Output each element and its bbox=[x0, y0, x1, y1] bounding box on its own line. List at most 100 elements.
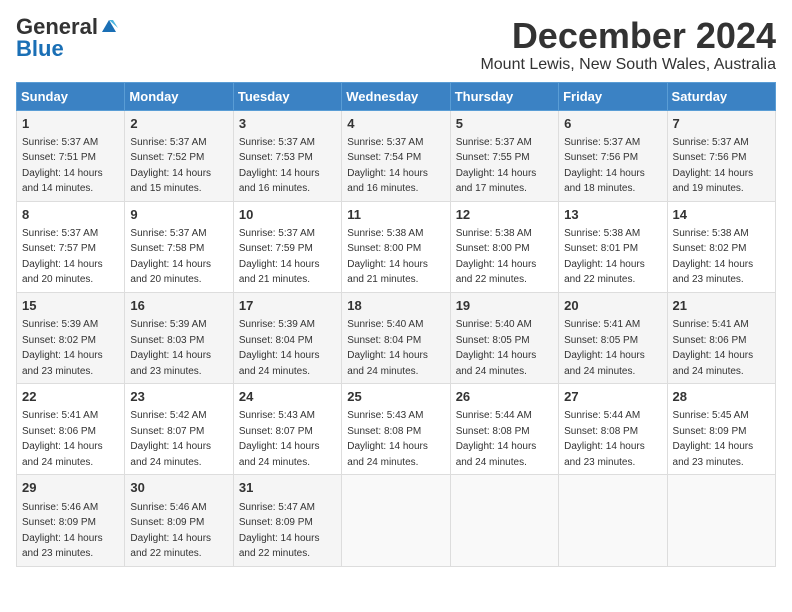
table-row: 22 Sunrise: 5:41 AMSunset: 8:06 PMDaylig… bbox=[17, 384, 125, 475]
table-row: 24 Sunrise: 5:43 AMSunset: 8:07 PMDaylig… bbox=[233, 384, 341, 475]
day-number: 27 bbox=[564, 388, 661, 406]
day-info: Sunrise: 5:38 AMSunset: 8:00 PMDaylight:… bbox=[456, 228, 537, 286]
table-row: 14 Sunrise: 5:38 AMSunset: 8:02 PMDaylig… bbox=[667, 201, 775, 292]
day-info: Sunrise: 5:37 AMSunset: 7:53 PMDaylight:… bbox=[239, 137, 320, 195]
table-row: 25 Sunrise: 5:43 AMSunset: 8:08 PMDaylig… bbox=[342, 384, 450, 475]
logo-icon bbox=[100, 18, 118, 36]
day-info: Sunrise: 5:37 AMSunset: 7:58 PMDaylight:… bbox=[130, 228, 211, 286]
table-row: 30 Sunrise: 5:46 AMSunset: 8:09 PMDaylig… bbox=[125, 475, 233, 566]
day-number: 15 bbox=[22, 297, 119, 315]
day-number: 29 bbox=[22, 479, 119, 497]
table-row: 3 Sunrise: 5:37 AMSunset: 7:53 PMDayligh… bbox=[233, 110, 341, 201]
day-number: 23 bbox=[130, 388, 227, 406]
table-row: 29 Sunrise: 5:46 AMSunset: 8:09 PMDaylig… bbox=[17, 475, 125, 566]
table-row: 15 Sunrise: 5:39 AMSunset: 8:02 PMDaylig… bbox=[17, 292, 125, 383]
day-number: 7 bbox=[673, 115, 770, 133]
calendar-header-friday: Friday bbox=[559, 82, 667, 110]
table-row: 26 Sunrise: 5:44 AMSunset: 8:08 PMDaylig… bbox=[450, 384, 558, 475]
day-number: 10 bbox=[239, 206, 336, 224]
table-row: 8 Sunrise: 5:37 AMSunset: 7:57 PMDayligh… bbox=[17, 201, 125, 292]
table-row: 31 Sunrise: 5:47 AMSunset: 8:09 PMDaylig… bbox=[233, 475, 341, 566]
logo: General Blue bbox=[16, 16, 118, 60]
table-row: 7 Sunrise: 5:37 AMSunset: 7:56 PMDayligh… bbox=[667, 110, 775, 201]
day-number: 4 bbox=[347, 115, 444, 133]
day-info: Sunrise: 5:46 AMSunset: 8:09 PMDaylight:… bbox=[130, 502, 211, 560]
day-info: Sunrise: 5:39 AMSunset: 8:03 PMDaylight:… bbox=[130, 319, 211, 377]
day-number: 17 bbox=[239, 297, 336, 315]
table-row: 11 Sunrise: 5:38 AMSunset: 8:00 PMDaylig… bbox=[342, 201, 450, 292]
day-info: Sunrise: 5:41 AMSunset: 8:06 PMDaylight:… bbox=[22, 410, 103, 468]
day-info: Sunrise: 5:40 AMSunset: 8:04 PMDaylight:… bbox=[347, 319, 428, 377]
day-info: Sunrise: 5:41 AMSunset: 8:06 PMDaylight:… bbox=[673, 319, 754, 377]
table-row: 12 Sunrise: 5:38 AMSunset: 8:00 PMDaylig… bbox=[450, 201, 558, 292]
day-number: 16 bbox=[130, 297, 227, 315]
day-number: 9 bbox=[130, 206, 227, 224]
table-row: 2 Sunrise: 5:37 AMSunset: 7:52 PMDayligh… bbox=[125, 110, 233, 201]
day-info: Sunrise: 5:40 AMSunset: 8:05 PMDaylight:… bbox=[456, 319, 537, 377]
logo-blue-text: Blue bbox=[16, 38, 64, 60]
day-info: Sunrise: 5:37 AMSunset: 7:56 PMDaylight:… bbox=[564, 137, 645, 195]
table-row: 10 Sunrise: 5:37 AMSunset: 7:59 PMDaylig… bbox=[233, 201, 341, 292]
calendar-header-saturday: Saturday bbox=[667, 82, 775, 110]
day-number: 18 bbox=[347, 297, 444, 315]
day-info: Sunrise: 5:44 AMSunset: 8:08 PMDaylight:… bbox=[456, 410, 537, 468]
day-number: 31 bbox=[239, 479, 336, 497]
day-number: 19 bbox=[456, 297, 553, 315]
day-number: 24 bbox=[239, 388, 336, 406]
day-info: Sunrise: 5:37 AMSunset: 7:55 PMDaylight:… bbox=[456, 137, 537, 195]
table-row: 1 Sunrise: 5:37 AMSunset: 7:51 PMDayligh… bbox=[17, 110, 125, 201]
table-row: 9 Sunrise: 5:37 AMSunset: 7:58 PMDayligh… bbox=[125, 201, 233, 292]
day-number: 3 bbox=[239, 115, 336, 133]
day-number: 22 bbox=[22, 388, 119, 406]
day-info: Sunrise: 5:41 AMSunset: 8:05 PMDaylight:… bbox=[564, 319, 645, 377]
day-info: Sunrise: 5:39 AMSunset: 8:04 PMDaylight:… bbox=[239, 319, 320, 377]
day-number: 5 bbox=[456, 115, 553, 133]
day-number: 12 bbox=[456, 206, 553, 224]
day-info: Sunrise: 5:38 AMSunset: 8:02 PMDaylight:… bbox=[673, 228, 754, 286]
table-row bbox=[342, 475, 450, 566]
day-info: Sunrise: 5:37 AMSunset: 7:51 PMDaylight:… bbox=[22, 137, 103, 195]
day-info: Sunrise: 5:43 AMSunset: 8:07 PMDaylight:… bbox=[239, 410, 320, 468]
day-info: Sunrise: 5:37 AMSunset: 7:56 PMDaylight:… bbox=[673, 137, 754, 195]
title-area: December 2024 Mount Lewis, New South Wal… bbox=[480, 16, 776, 74]
table-row: 6 Sunrise: 5:37 AMSunset: 7:56 PMDayligh… bbox=[559, 110, 667, 201]
day-info: Sunrise: 5:37 AMSunset: 7:59 PMDaylight:… bbox=[239, 228, 320, 286]
table-row: 16 Sunrise: 5:39 AMSunset: 8:03 PMDaylig… bbox=[125, 292, 233, 383]
table-row: 23 Sunrise: 5:42 AMSunset: 8:07 PMDaylig… bbox=[125, 384, 233, 475]
day-number: 2 bbox=[130, 115, 227, 133]
logo-general-text: General bbox=[16, 16, 98, 38]
table-row: 18 Sunrise: 5:40 AMSunset: 8:04 PMDaylig… bbox=[342, 292, 450, 383]
day-info: Sunrise: 5:39 AMSunset: 8:02 PMDaylight:… bbox=[22, 319, 103, 377]
day-number: 25 bbox=[347, 388, 444, 406]
calendar-header-thursday: Thursday bbox=[450, 82, 558, 110]
day-info: Sunrise: 5:38 AMSunset: 8:00 PMDaylight:… bbox=[347, 228, 428, 286]
table-row: 13 Sunrise: 5:38 AMSunset: 8:01 PMDaylig… bbox=[559, 201, 667, 292]
location-title: Mount Lewis, New South Wales, Australia bbox=[480, 56, 776, 74]
day-info: Sunrise: 5:37 AMSunset: 7:57 PMDaylight:… bbox=[22, 228, 103, 286]
day-info: Sunrise: 5:46 AMSunset: 8:09 PMDaylight:… bbox=[22, 502, 103, 560]
day-number: 11 bbox=[347, 206, 444, 224]
day-number: 20 bbox=[564, 297, 661, 315]
day-info: Sunrise: 5:38 AMSunset: 8:01 PMDaylight:… bbox=[564, 228, 645, 286]
day-info: Sunrise: 5:37 AMSunset: 7:52 PMDaylight:… bbox=[130, 137, 211, 195]
day-number: 28 bbox=[673, 388, 770, 406]
day-number: 30 bbox=[130, 479, 227, 497]
day-number: 6 bbox=[564, 115, 661, 133]
day-number: 1 bbox=[22, 115, 119, 133]
calendar-header-tuesday: Tuesday bbox=[233, 82, 341, 110]
calendar-header-wednesday: Wednesday bbox=[342, 82, 450, 110]
table-row bbox=[450, 475, 558, 566]
table-row: 21 Sunrise: 5:41 AMSunset: 8:06 PMDaylig… bbox=[667, 292, 775, 383]
table-row: 27 Sunrise: 5:44 AMSunset: 8:08 PMDaylig… bbox=[559, 384, 667, 475]
day-info: Sunrise: 5:43 AMSunset: 8:08 PMDaylight:… bbox=[347, 410, 428, 468]
table-row: 20 Sunrise: 5:41 AMSunset: 8:05 PMDaylig… bbox=[559, 292, 667, 383]
day-number: 13 bbox=[564, 206, 661, 224]
calendar-header-sunday: Sunday bbox=[17, 82, 125, 110]
day-number: 26 bbox=[456, 388, 553, 406]
day-info: Sunrise: 5:44 AMSunset: 8:08 PMDaylight:… bbox=[564, 410, 645, 468]
table-row: 19 Sunrise: 5:40 AMSunset: 8:05 PMDaylig… bbox=[450, 292, 558, 383]
table-row: 17 Sunrise: 5:39 AMSunset: 8:04 PMDaylig… bbox=[233, 292, 341, 383]
day-number: 21 bbox=[673, 297, 770, 315]
table-row: 4 Sunrise: 5:37 AMSunset: 7:54 PMDayligh… bbox=[342, 110, 450, 201]
day-info: Sunrise: 5:37 AMSunset: 7:54 PMDaylight:… bbox=[347, 137, 428, 195]
